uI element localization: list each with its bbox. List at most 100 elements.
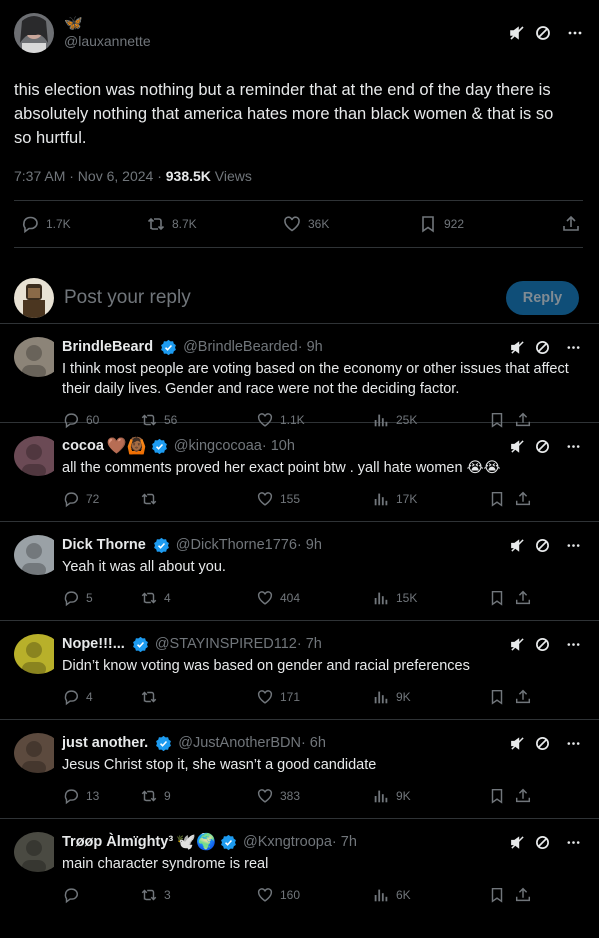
reply-age[interactable]: · 7h xyxy=(297,636,322,652)
mute-icon[interactable] xyxy=(510,538,525,553)
more-icon[interactable] xyxy=(567,25,583,41)
reply-avatar[interactable] xyxy=(14,733,62,773)
reply-age[interactable]: · 6h xyxy=(301,735,326,751)
reply-author-name[interactable]: cocoa xyxy=(62,438,104,454)
mute-icon[interactable] xyxy=(510,340,525,355)
reply-item[interactable]: Nope!!!... @STAYINSPIRED112 · 7h Didn’t … xyxy=(0,620,599,719)
like-action[interactable]: 383 xyxy=(256,787,372,805)
more-icon[interactable] xyxy=(566,835,581,850)
reply-action[interactable]: 5 xyxy=(62,589,140,607)
mute-icon[interactable] xyxy=(510,637,525,652)
reply-avatar[interactable] xyxy=(14,535,62,575)
bookmark-action[interactable] xyxy=(488,688,514,706)
block-icon[interactable] xyxy=(535,340,550,355)
more-icon[interactable] xyxy=(566,637,581,652)
block-icon[interactable] xyxy=(535,637,550,652)
block-icon[interactable] xyxy=(535,835,550,850)
reply-item[interactable]: BrindleBeard @BrindleBearded · 9h I thin… xyxy=(0,323,599,429)
mute-icon[interactable] xyxy=(509,25,525,41)
share-action[interactable] xyxy=(514,886,532,904)
reply-avatar[interactable] xyxy=(14,634,62,674)
reply-input[interactable]: Post your reply xyxy=(64,287,506,309)
reply-action[interactable]: 1.7K xyxy=(20,214,146,234)
reply-item[interactable]: Trøøp Àlmïghty³ 🕊️🌍 @Kxngtroopa · 7h mai… xyxy=(0,818,599,917)
reply-item[interactable]: just another. @JustAnotherBDN · 6h Jesus… xyxy=(0,719,599,818)
reply-avatar[interactable] xyxy=(14,436,62,476)
reply-item[interactable]: cocoa 🤎🙆🏾 @kingcocoaa · 10h all the comm… xyxy=(0,422,599,521)
block-icon[interactable] xyxy=(535,25,551,41)
reply-button[interactable]: Reply xyxy=(506,281,579,315)
views-action[interactable]: 9K xyxy=(372,688,488,706)
reply-avatar[interactable] xyxy=(14,832,62,872)
reply-age[interactable]: · 9h xyxy=(298,339,323,355)
repost-action[interactable]: 56 xyxy=(140,411,256,429)
repost-action[interactable]: 4 xyxy=(140,589,256,607)
mute-icon[interactable] xyxy=(510,835,525,850)
reply-action[interactable] xyxy=(62,886,140,904)
mute-icon[interactable] xyxy=(510,736,525,751)
reply-author-handle[interactable]: @STAYINSPIRED112 xyxy=(155,636,297,652)
share-action[interactable] xyxy=(514,490,532,508)
views-action[interactable]: 17K xyxy=(372,490,488,508)
reply-author-handle[interactable]: @Kxngtroopa xyxy=(243,834,332,850)
bookmark-action[interactable] xyxy=(488,886,514,904)
bookmark-action[interactable]: 922 xyxy=(418,214,548,234)
author-name-emoji[interactable]: 🦋 xyxy=(64,16,509,32)
reply-age[interactable]: · 10h xyxy=(262,438,295,454)
mute-icon[interactable] xyxy=(510,439,525,454)
reply-item[interactable]: Dick Thorne @DickThorne1776 · 9h Yeah it… xyxy=(0,521,599,620)
bookmark-action[interactable] xyxy=(488,490,514,508)
reply-author-name[interactable]: Dick Thorne xyxy=(62,537,146,553)
share-action[interactable] xyxy=(514,688,532,706)
more-icon[interactable] xyxy=(566,538,581,553)
reply-age[interactable]: · 7h xyxy=(332,834,357,850)
reply-author-handle[interactable]: @BrindleBearded xyxy=(183,339,298,355)
reply-action[interactable]: 60 xyxy=(62,411,140,429)
reply-author-name[interactable]: BrindleBeard xyxy=(62,339,153,355)
block-icon[interactable] xyxy=(535,538,550,553)
like-action[interactable]: 171 xyxy=(256,688,372,706)
reply-author-handle[interactable]: @JustAnotherBDN xyxy=(178,735,301,751)
like-action[interactable]: 155 xyxy=(256,490,372,508)
author-avatar[interactable] xyxy=(14,13,54,53)
like-action[interactable]: 404 xyxy=(256,589,372,607)
current-user-avatar[interactable] xyxy=(14,278,54,318)
reply-action[interactable]: 13 xyxy=(62,787,140,805)
more-icon[interactable] xyxy=(566,736,581,751)
block-icon[interactable] xyxy=(535,736,550,751)
repost-action[interactable]: 3 xyxy=(140,886,256,904)
repost-action[interactable] xyxy=(140,490,256,508)
post-time[interactable]: 7:37 AM · Nov 6, 2024 · xyxy=(14,168,166,184)
repost-action[interactable]: 8.7K xyxy=(146,214,282,234)
reply-author-name[interactable]: Trøøp Àlmïghty³ xyxy=(62,834,173,850)
views-action[interactable]: 15K xyxy=(372,589,488,607)
bookmark-action[interactable] xyxy=(488,411,514,429)
reply-avatar[interactable] xyxy=(14,337,62,377)
repost-action[interactable] xyxy=(140,688,256,706)
reply-action[interactable]: 72 xyxy=(62,490,140,508)
reply-author-name[interactable]: just another. xyxy=(62,735,148,751)
like-action[interactable]: 36K xyxy=(282,214,418,234)
repost-icon xyxy=(140,787,158,805)
like-action[interactable]: 1.1K xyxy=(256,411,372,429)
views-action[interactable]: 9K xyxy=(372,787,488,805)
views-action[interactable]: 6K xyxy=(372,886,488,904)
bookmark-action[interactable] xyxy=(488,787,514,805)
repost-action[interactable]: 9 xyxy=(140,787,256,805)
block-icon[interactable] xyxy=(535,439,550,454)
reply-action[interactable]: 4 xyxy=(62,688,140,706)
bookmark-action[interactable] xyxy=(488,589,514,607)
reply-author-name[interactable]: Nope!!!... xyxy=(62,636,125,652)
reply-age[interactable]: · 9h xyxy=(297,537,322,553)
like-action[interactable]: 160 xyxy=(256,886,372,904)
reply-author-handle[interactable]: @kingcocoaa xyxy=(174,438,262,454)
author-handle[interactable]: @lauxannette xyxy=(64,32,509,50)
share-action[interactable] xyxy=(514,589,532,607)
more-icon[interactable] xyxy=(566,340,581,355)
views-action[interactable]: 25K xyxy=(372,411,488,429)
share-action[interactable] xyxy=(561,214,581,234)
share-action[interactable] xyxy=(514,411,532,429)
share-action[interactable] xyxy=(514,787,532,805)
reply-author-handle[interactable]: @DickThorne1776 xyxy=(176,537,297,553)
more-icon[interactable] xyxy=(566,439,581,454)
